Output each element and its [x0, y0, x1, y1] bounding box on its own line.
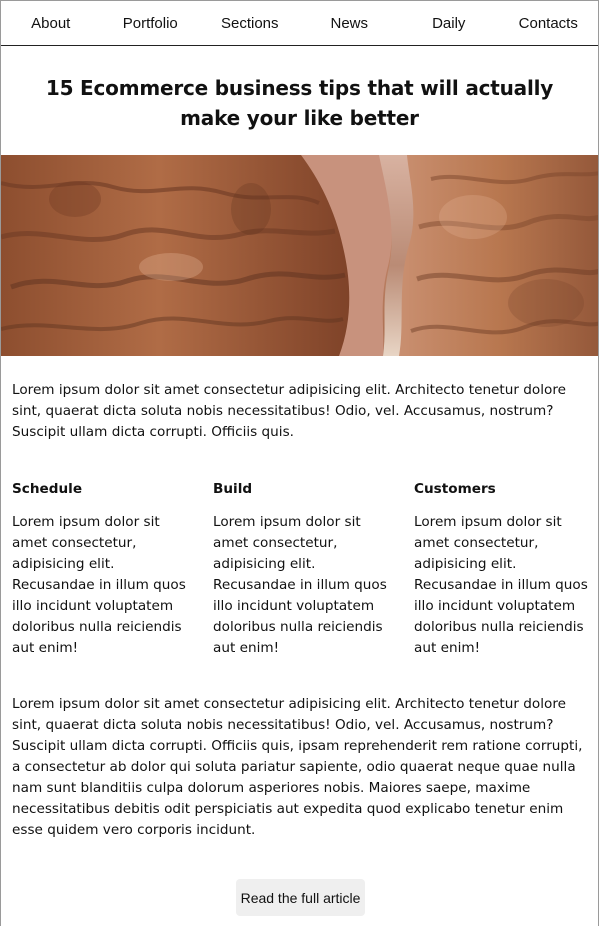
- feature-build-title: Build: [213, 481, 253, 497]
- nav-link-about[interactable]: About: [1, 1, 101, 46]
- feature-customers: Customers Lorem ipsum dolor sit amet con…: [414, 479, 590, 659]
- feature-customers-text: Lorem ipsum dolor sit amet consectetur, …: [414, 514, 588, 656]
- feature-build-text: Lorem ipsum dolor sit amet consectetur, …: [213, 514, 387, 656]
- feature-schedule-title: Schedule: [12, 481, 83, 497]
- nav-link-portfolio[interactable]: Portfolio: [101, 1, 201, 46]
- feature-customers-title: Customers: [414, 481, 496, 497]
- read-full-article-button[interactable]: Read the full article: [236, 879, 365, 916]
- top-navigation: About Portfolio Sections News Daily Cont…: [1, 1, 598, 46]
- article-page: About Portfolio Sections News Daily Cont…: [0, 0, 599, 926]
- nav-link-contacts[interactable]: Contacts: [499, 1, 599, 46]
- nav-link-news[interactable]: News: [300, 1, 400, 46]
- feature-columns: Schedule Lorem ipsum dolor sit amet cons…: [12, 479, 590, 659]
- article-title: 15 Ecommerce business tips that will act…: [45, 76, 554, 130]
- feature-schedule: Schedule Lorem ipsum dolor sit amet cons…: [12, 479, 188, 659]
- canyon-hero-image: [1, 155, 598, 356]
- feature-schedule-text: Lorem ipsum dolor sit amet consectetur, …: [12, 514, 186, 656]
- nav-link-daily[interactable]: Daily: [399, 1, 499, 46]
- article-body-paragraph: Lorem ipsum dolor sit amet consectetur a…: [12, 696, 583, 838]
- intro-paragraph: Lorem ipsum dolor sit amet consectetur a…: [12, 382, 566, 440]
- nav-link-sections[interactable]: Sections: [200, 1, 300, 46]
- feature-build: Build Lorem ipsum dolor sit amet consect…: [213, 479, 389, 659]
